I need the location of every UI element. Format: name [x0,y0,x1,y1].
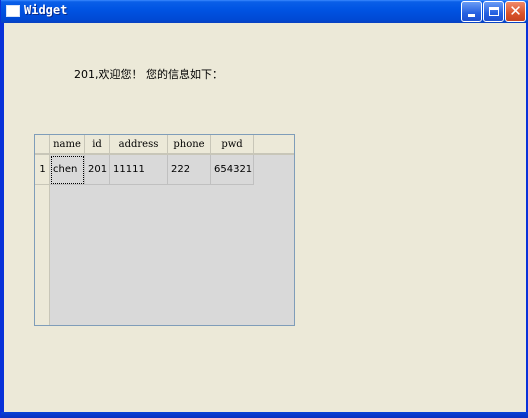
cell-id[interactable]: 201 [85,155,110,185]
welcome-label: 201,欢迎您！ 您的信息如下： [74,68,223,81]
window-icon [6,5,20,17]
table-corner-button[interactable] [35,135,50,155]
column-header-name[interactable]: name [50,135,85,155]
cell-name[interactable]: chen [50,155,85,185]
row-header-column: 1 [35,155,50,325]
close-icon: ✕ [509,2,522,20]
row-header-1[interactable]: 1 [35,155,50,185]
cell-pwd[interactable]: 654321 [211,155,254,185]
minimize-icon [468,14,475,17]
user-info-table[interactable]: name id address phone pwd 1 chen 201 111… [34,134,295,326]
app-window: Widget ✕ 201,欢迎您！ 您的信息如下： name id addres… [0,0,528,418]
close-button[interactable]: ✕ [505,1,526,22]
maximize-button[interactable] [483,1,504,22]
column-header-id[interactable]: id [85,135,110,155]
table-header-filler [254,135,294,155]
minimize-button[interactable] [461,1,482,22]
cell-phone[interactable]: 222 [168,155,211,185]
window-title: Widget [24,3,68,17]
column-header-address[interactable]: address [110,135,168,155]
table-row[interactable]: chen 201 11111 222 654321 [50,155,254,185]
maximize-icon [488,7,499,16]
column-header-pwd[interactable]: pwd [211,135,254,155]
title-bar[interactable]: Widget ✕ [1,0,528,23]
column-header-phone[interactable]: phone [168,135,211,155]
window-border-left [1,23,4,412]
table-header: name id address phone pwd [50,135,254,155]
window-border-bottom [1,412,528,418]
cell-address[interactable]: 11111 [110,155,168,185]
